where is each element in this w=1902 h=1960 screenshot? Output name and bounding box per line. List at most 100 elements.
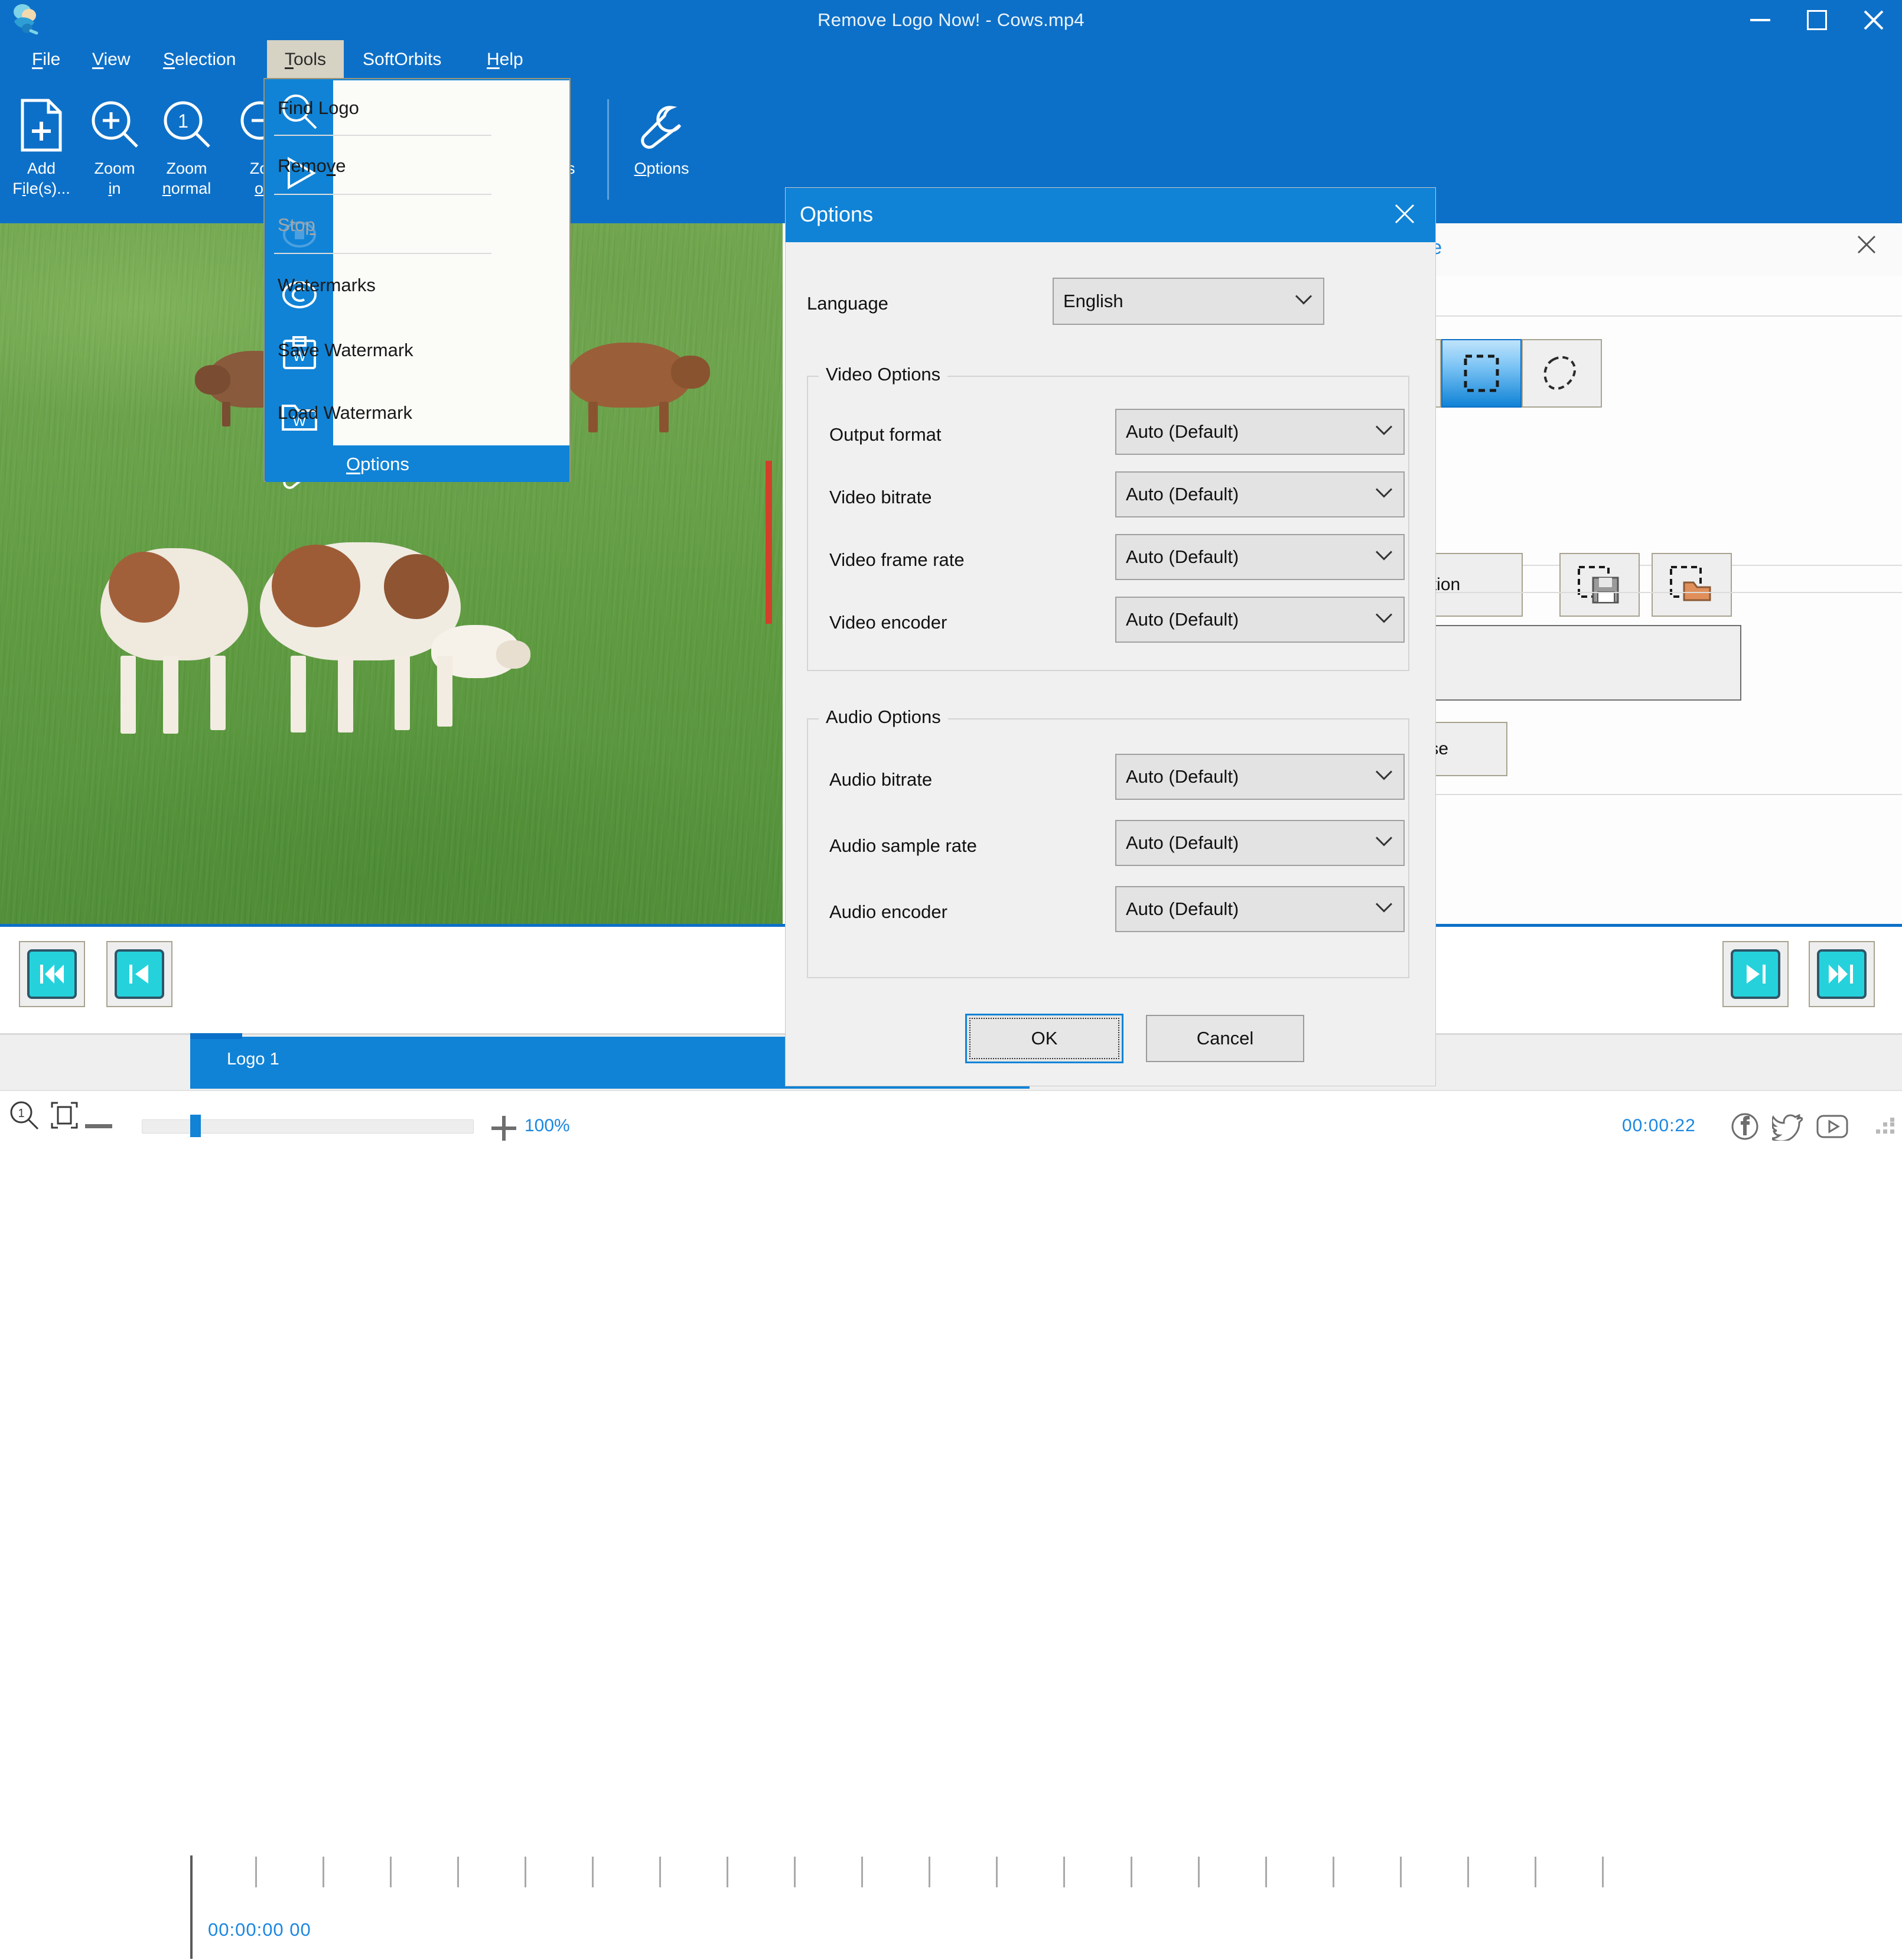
zoom-in-icon — [77, 84, 152, 156]
video-encoder-select[interactable]: Auto (Default) — [1115, 597, 1405, 643]
side-panel-close-icon[interactable] — [1857, 235, 1876, 257]
menu-item-options-label: Options — [346, 454, 409, 474]
audio-sample-rate-select[interactable]: Auto (Default) — [1115, 820, 1405, 866]
fit-selection-icon[interactable] — [48, 1099, 80, 1134]
menu-separator-3 — [274, 253, 491, 254]
menu-item-options-highlight[interactable] — [266, 445, 569, 482]
title-bar: Remove Logo Now! - Cows.mp4 — [0, 0, 1902, 40]
audio-bitrate-select[interactable]: Auto (Default) — [1115, 754, 1405, 800]
zoom-slider-thumb[interactable] — [190, 1115, 201, 1137]
skip-to-start-icon — [27, 949, 77, 999]
resize-grip[interactable] — [1876, 1118, 1896, 1138]
twitter-icon[interactable] — [1767, 1112, 1805, 1144]
window-title: Remove Logo Now! - Cows.mp4 — [818, 9, 1084, 30]
audio-sample-rate-value: Auto (Default) — [1126, 832, 1239, 853]
zoom-normal-icon: 1 — [149, 84, 224, 156]
chevron-down-icon — [1295, 295, 1312, 308]
facebook-icon[interactable] — [1731, 1112, 1759, 1144]
wrench-icon — [614, 84, 709, 156]
menu-file[interactable]: FFileile — [21, 40, 71, 79]
chevron-down-icon — [1375, 488, 1393, 502]
step-back-icon — [115, 949, 164, 999]
lasso-select-tool-button[interactable] — [1522, 339, 1602, 408]
menu-item-stop: Stop — [278, 214, 315, 235]
menu-separator-1 — [274, 135, 491, 136]
menu-item-watermarks[interactable]: Watermarks — [265, 265, 501, 306]
language-label: Language — [807, 293, 888, 314]
youtube-icon[interactable] — [1816, 1114, 1849, 1142]
output-format-select[interactable]: Auto (Default) — [1115, 409, 1405, 455]
audio-sample-rate-label: Audio sample rate — [829, 835, 977, 856]
language-value: English — [1063, 291, 1123, 311]
audio-encoder-select[interactable]: Auto (Default) — [1115, 886, 1405, 932]
cow-foreground-left — [89, 542, 266, 737]
video-bitrate-select[interactable]: Auto (Default) — [1115, 471, 1405, 517]
status-zoom-icons: 1 — [8, 1099, 80, 1134]
language-select[interactable]: English — [1053, 278, 1324, 325]
cancel-button[interactable]: Cancel — [1146, 1015, 1304, 1062]
menu-separator-2 — [274, 194, 491, 195]
toolbar-options[interactable]: Options — [614, 84, 709, 221]
menu-view[interactable]: View — [82, 40, 141, 79]
selection-marker[interactable] — [766, 461, 772, 624]
menu-tools[interactable]: Tools — [267, 40, 344, 79]
video-duration-label: 00:00:22 — [1622, 1116, 1696, 1135]
audio-encoder-value: Auto (Default) — [1126, 898, 1239, 919]
output-format-value: Auto (Default) — [1126, 421, 1239, 442]
audio-options-legend: Audio Options — [819, 706, 948, 728]
options-dialog: Options Language English Video Options O… — [786, 188, 1435, 1086]
chevron-down-icon — [1375, 613, 1393, 627]
cancel-button-label: Cancel — [1196, 1028, 1254, 1049]
chevron-down-icon — [1375, 425, 1393, 439]
toolbar-add-files[interactable]: Add File(s)... — [4, 84, 79, 221]
minimize-button[interactable] — [1732, 0, 1789, 40]
menu-softorbits[interactable]: SoftOrbits — [352, 40, 452, 79]
current-timecode: 00:00:00 00 — [208, 1919, 311, 1940]
step-forward-button[interactable] — [1722, 941, 1789, 1007]
audio-bitrate-value: Auto (Default) — [1126, 766, 1239, 787]
close-button[interactable] — [1845, 0, 1902, 40]
audio-encoder-label: Audio encoder — [829, 901, 947, 922]
skip-to-end-button[interactable] — [1809, 941, 1875, 1007]
audio-bitrate-label: Audio bitrate — [829, 769, 933, 790]
video-frame-rate-select[interactable]: Auto (Default) — [1115, 534, 1405, 580]
tools-dropdown-menu: W W Find Logo Remove Stop Watermarks Sav… — [263, 78, 571, 489]
cow-foreground-center — [236, 530, 543, 743]
menu-item-remove[interactable]: Remove — [265, 145, 501, 187]
menu-selection[interactable]: Selection — [152, 40, 246, 79]
video-frame-rate-value: Auto (Default) — [1126, 546, 1239, 567]
svg-text:1: 1 — [178, 110, 188, 132]
toolbar-add-files-label: Add File(s)... — [12, 159, 70, 197]
toolbar-separator — [607, 99, 609, 200]
add-file-icon — [4, 84, 79, 156]
side-panel-header: move — [1359, 223, 1902, 276]
toolbar-zoom-in[interactable]: Zoom in — [77, 84, 152, 221]
video-frame-rate-label: Video frame rate — [829, 549, 965, 570]
step-back-button[interactable] — [106, 941, 172, 1007]
rectangle-select-tool-button[interactable] — [1441, 339, 1522, 408]
zoom-out-slider-icon[interactable] — [85, 1124, 112, 1128]
toolbar-zoom-normal[interactable]: 1 Zoom normal — [149, 84, 224, 221]
menu-bar: FFileile View Selection Tools SoftOrbits… — [0, 40, 1902, 79]
timeline-ruler[interactable] — [190, 1857, 1667, 1960]
menu-item-load-watermark[interactable]: Load Watermark — [265, 392, 501, 434]
menu-item-find-logo[interactable]: Find Logo — [265, 87, 501, 129]
zoom-in-slider-icon[interactable] — [491, 1116, 516, 1141]
maximize-button[interactable] — [1789, 0, 1845, 40]
menu-item-save-watermark[interactable]: Save Watermark — [265, 330, 501, 371]
dialog-close-icon[interactable] — [1394, 203, 1415, 227]
zoom-one-icon[interactable]: 1 — [8, 1099, 40, 1134]
video-bitrate-value: Auto (Default) — [1126, 484, 1239, 504]
timeline-clip-label: Logo 1 — [227, 1050, 279, 1069]
toolbar-options-label: Options — [634, 159, 689, 177]
skip-to-end-icon — [1817, 949, 1867, 999]
remove-side-panel: move s — [1281, 223, 1902, 924]
skip-to-start-button[interactable] — [19, 941, 85, 1007]
remove-logo-now-window: Remove Logo Now! - Cows.mp4 FFileile Vie… — [0, 0, 1902, 1959]
menu-help[interactable]: Help — [476, 40, 534, 79]
video-encoder-label: Video encoder — [829, 612, 947, 633]
ok-button[interactable]: OK — [965, 1014, 1123, 1063]
clip-handle[interactable] — [190, 1033, 242, 1039]
svg-text:1: 1 — [18, 1107, 24, 1120]
social-links — [1731, 1112, 1849, 1144]
